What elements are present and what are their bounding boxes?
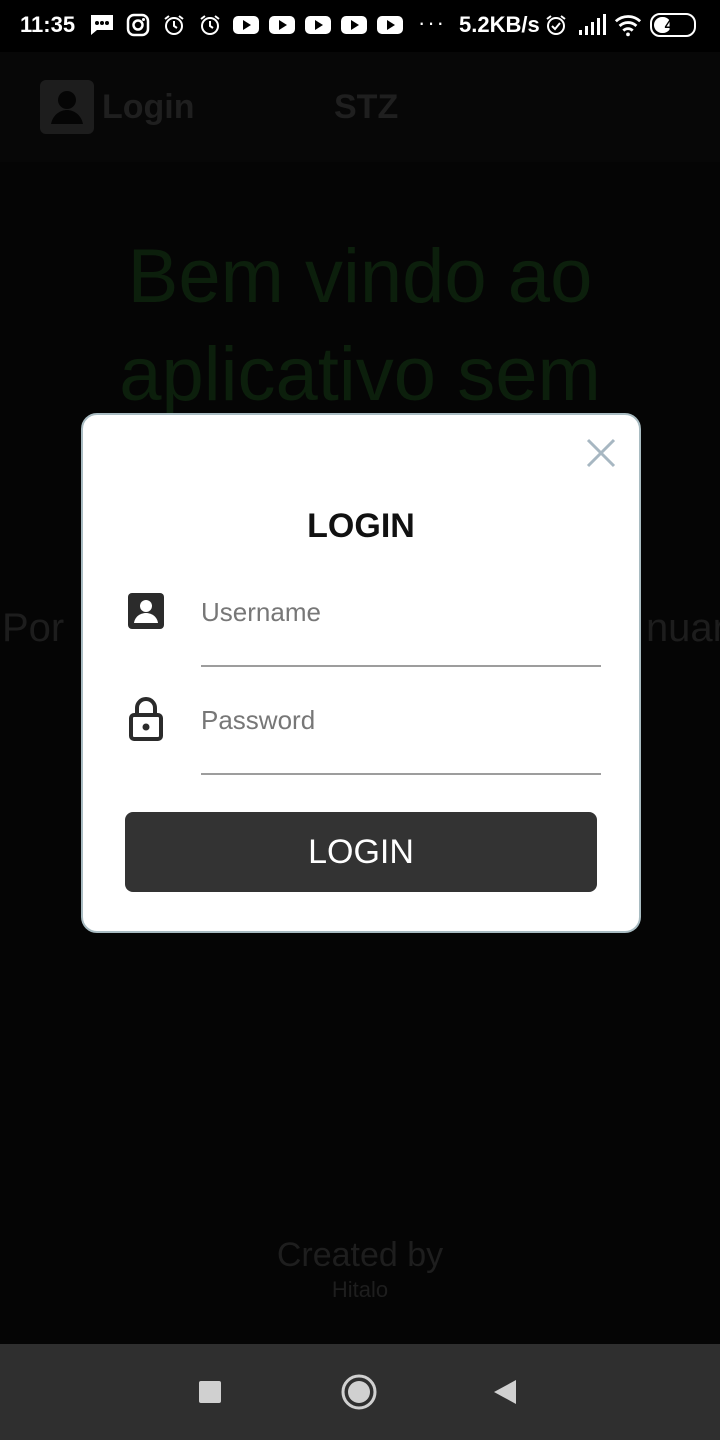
subtitle-fragment-right: nuar <box>645 606 720 650</box>
overflow-dots: ··· <box>418 10 446 35</box>
credits-label: Created by <box>276 1236 444 1274</box>
wifi-icon <box>614 12 642 38</box>
navigation-bar <box>0 1344 720 1440</box>
app-login-label[interactable]: Login <box>102 88 195 127</box>
credits-author: Hitalo <box>331 1277 389 1302</box>
app-bar: Login STZ <box>0 52 720 162</box>
welcome-line-2: aplicativo sem <box>119 332 601 417</box>
youtube-icon <box>232 12 260 38</box>
youtube-icon <box>304 12 332 38</box>
credits: Created by Hitalo <box>0 1236 720 1303</box>
password-field[interactable] <box>201 701 601 775</box>
account-box-icon <box>126 591 166 631</box>
close-icon[interactable] <box>585 437 617 469</box>
status-bar: 11:35 ··· 5.2KB/s 48 <box>0 0 720 52</box>
youtube-icon <box>376 12 404 38</box>
message-icon <box>88 12 116 38</box>
home-circle-icon[interactable] <box>339 1372 379 1412</box>
youtube-icon <box>340 12 368 38</box>
status-time: 11:35 <box>20 12 76 37</box>
password-input[interactable] <box>201 705 601 736</box>
battery-icon: 48 <box>650 13 696 37</box>
app-title: STZ <box>334 88 399 126</box>
alarm-icon <box>542 12 570 38</box>
login-dialog: LOGIN LOGIN <box>81 413 641 933</box>
lock-icon <box>126 695 166 741</box>
recents-square-icon[interactable] <box>190 1372 230 1412</box>
alarm-icon <box>160 12 188 38</box>
notification-icons <box>88 12 404 38</box>
dialog-title: LOGIN <box>307 507 415 545</box>
back-triangle-icon[interactable] <box>486 1372 526 1412</box>
alarm-icon <box>196 12 224 38</box>
youtube-icon <box>268 12 296 38</box>
username-input[interactable] <box>201 597 601 628</box>
username-field[interactable] <box>201 593 601 667</box>
welcome-line-1: Bem vindo ao <box>127 234 593 319</box>
network-speed: 5.2KB/s <box>459 12 540 37</box>
battery-level: 48 <box>664 16 682 34</box>
welcome-heading: Bem vindo ao aplicativo sem <box>40 228 680 424</box>
subtitle-fragment-left: Por <box>2 606 65 650</box>
signal-icon <box>578 12 606 38</box>
instagram-icon <box>124 12 152 38</box>
system-icons: 48 <box>542 12 696 38</box>
account-box-icon[interactable] <box>40 80 94 134</box>
login-button[interactable]: LOGIN <box>125 812 597 892</box>
